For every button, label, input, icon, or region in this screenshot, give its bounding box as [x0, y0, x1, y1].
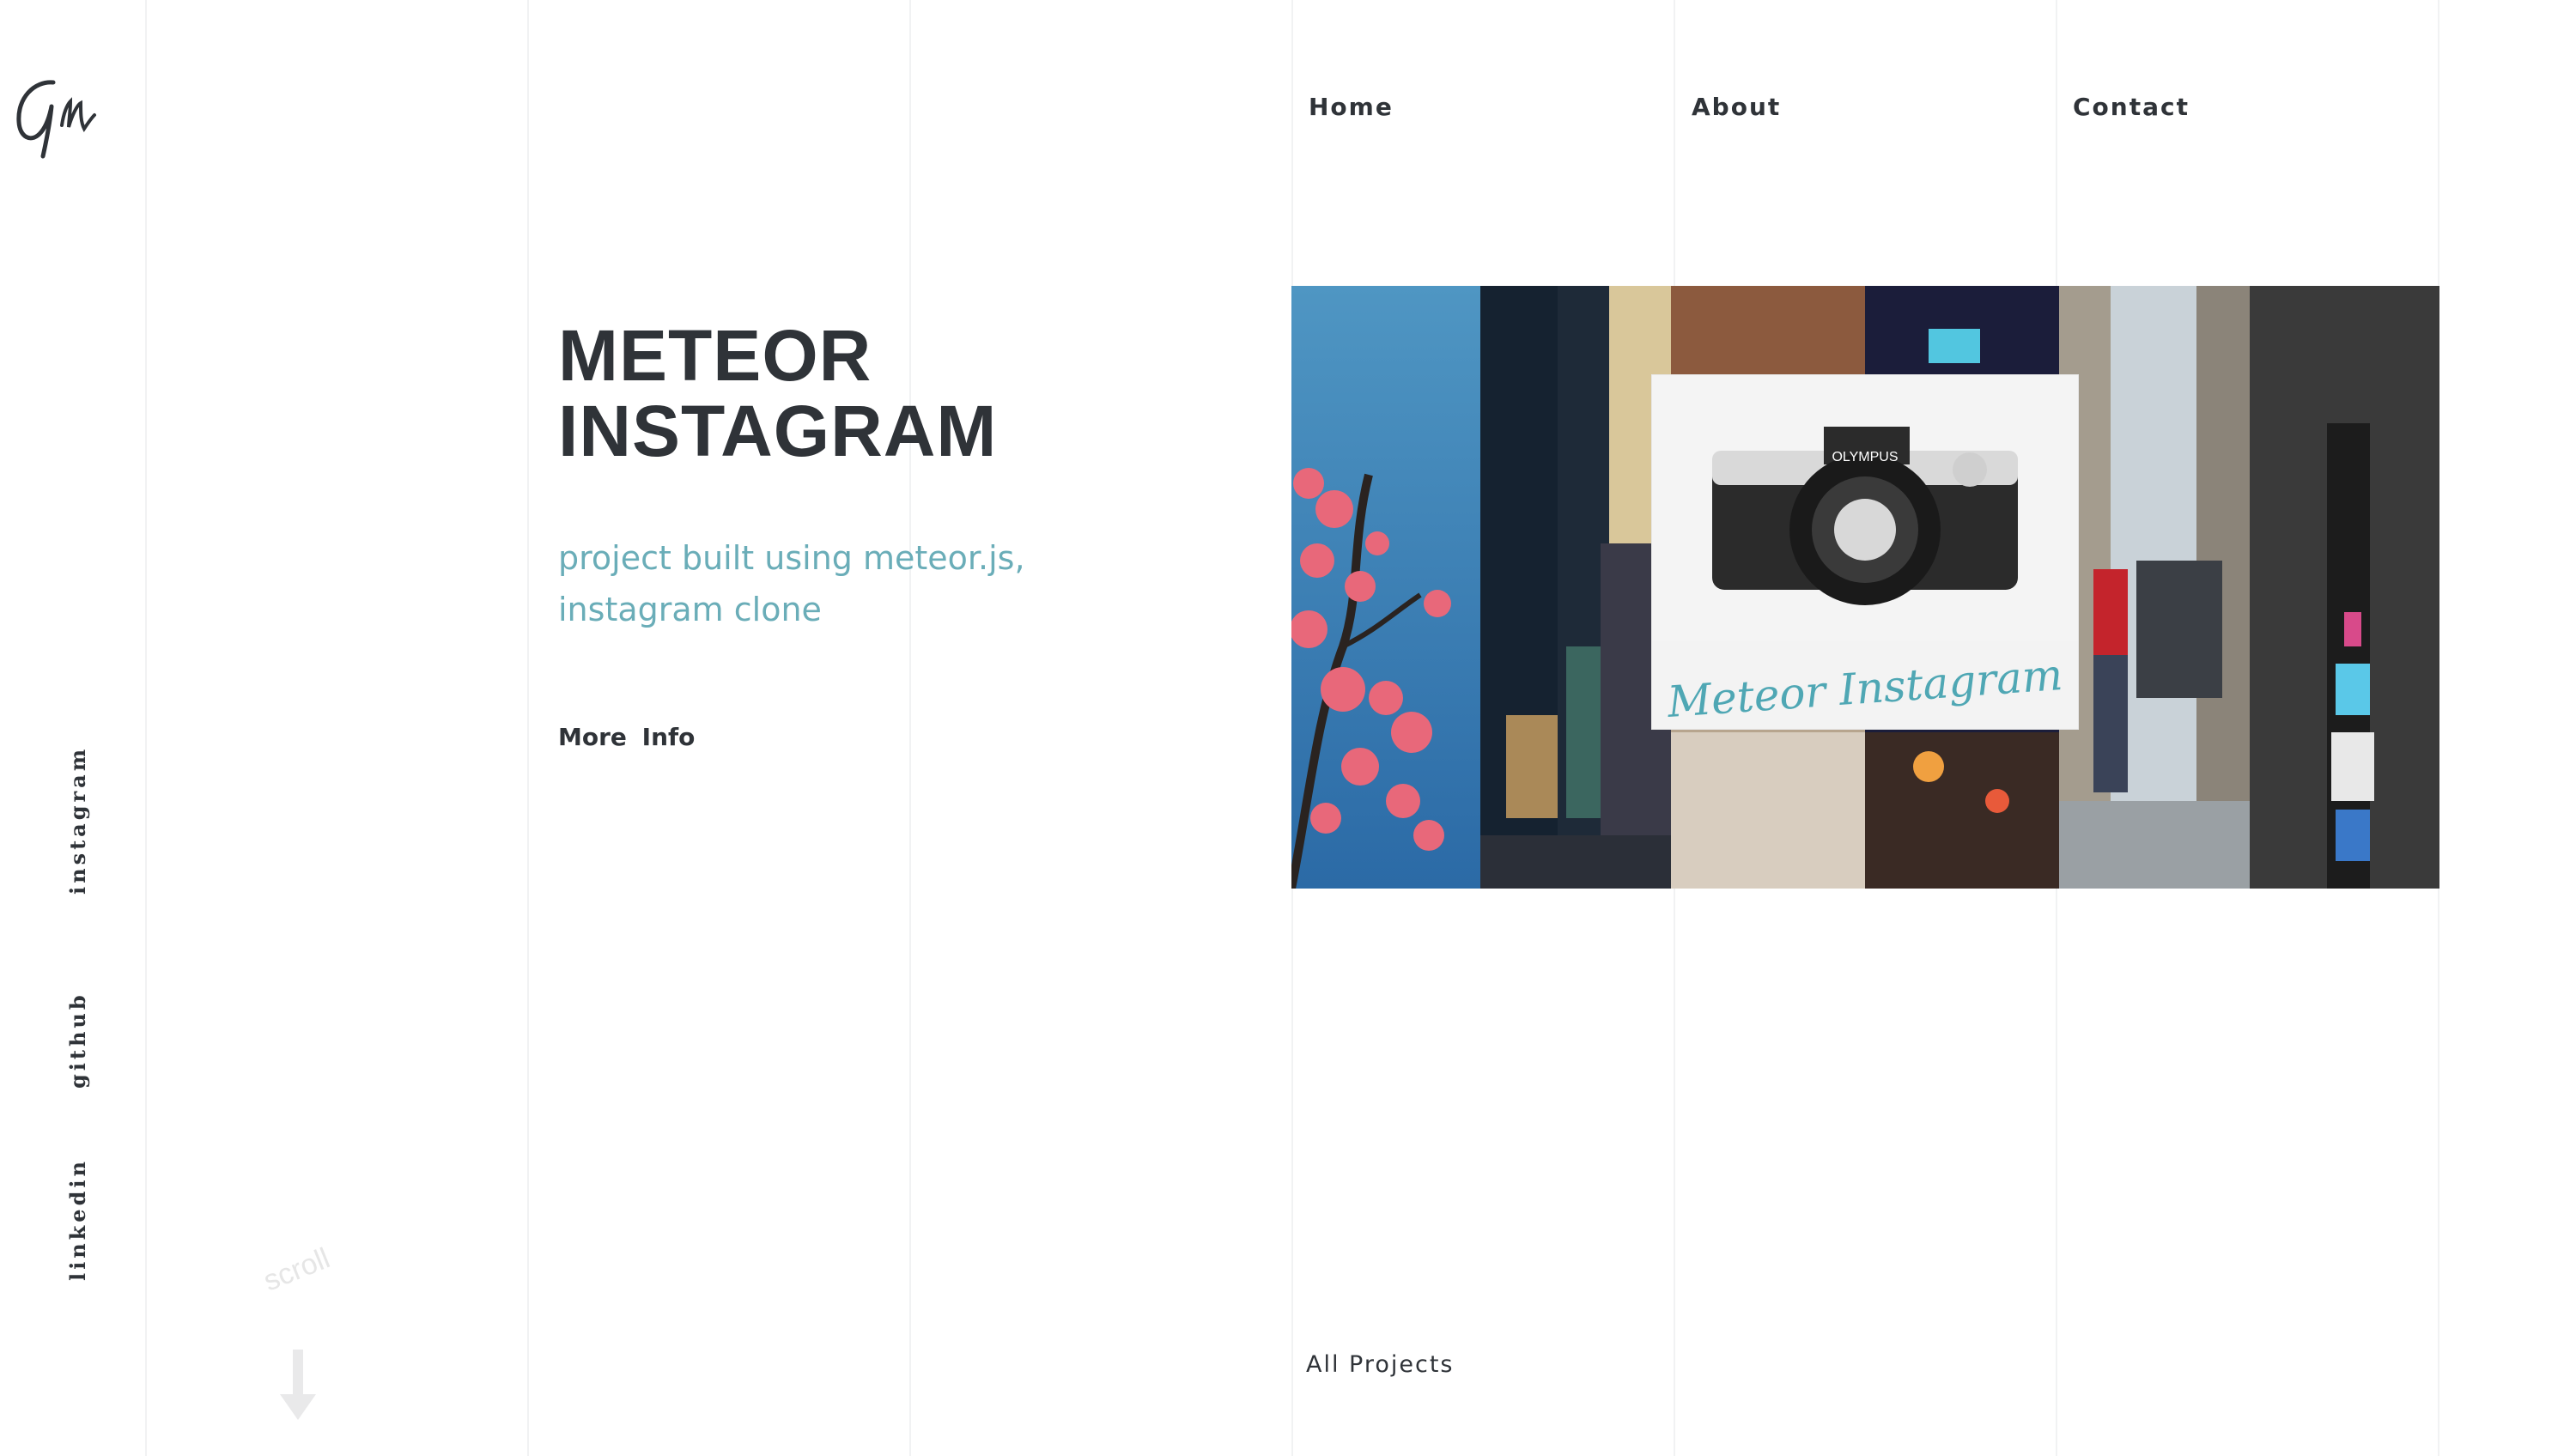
card-caption: Meteor Instagram: [1666, 649, 2064, 728]
grid-line: [909, 0, 911, 1456]
times-square-photo: [2250, 286, 2439, 889]
nav-about[interactable]: About: [1692, 93, 1781, 121]
page: Home About Contact instagram github link…: [0, 0, 2576, 1456]
project-description: project built using meteor.js, instagram…: [558, 532, 1091, 635]
camera-brand-label: OLYMPUS: [1832, 450, 1898, 464]
nav-contact[interactable]: Contact: [2073, 93, 2190, 121]
social-github[interactable]: github: [65, 992, 90, 1089]
camera-icon: OLYMPUS: [1652, 375, 2078, 641]
subtitle-line-1: project built using meteor.js,: [558, 539, 1025, 577]
title-line-1: METEOR: [558, 315, 872, 396]
social-instagram[interactable]: instagram: [65, 746, 90, 895]
all-projects-link[interactable]: All Projects: [1306, 1351, 1455, 1378]
project-collage[interactable]: OLYMPUS Meteor Instagram: [1291, 286, 2439, 889]
social-linkedin[interactable]: linkedin: [65, 1158, 90, 1281]
grid-line: [145, 0, 147, 1456]
subtitle-line-2: instagram clone: [558, 591, 822, 628]
grid-line: [527, 0, 529, 1456]
alley-photo: [1480, 286, 1671, 889]
project-card: OLYMPUS Meteor Instagram: [1652, 375, 2078, 729]
street-photo: [2059, 286, 2250, 889]
scroll-label: scroll: [258, 1241, 335, 1298]
nav-home[interactable]: Home: [1309, 93, 1394, 121]
down-arrow-icon[interactable]: [276, 1350, 319, 1422]
signature-logo-icon[interactable]: [9, 72, 103, 167]
more-info-link[interactable]: More Info: [558, 723, 695, 751]
blossom-photo: [1291, 286, 1480, 889]
title-line-2: INSTAGRAM: [558, 391, 998, 471]
page-title: METEOR INSTAGRAM: [558, 318, 1159, 469]
